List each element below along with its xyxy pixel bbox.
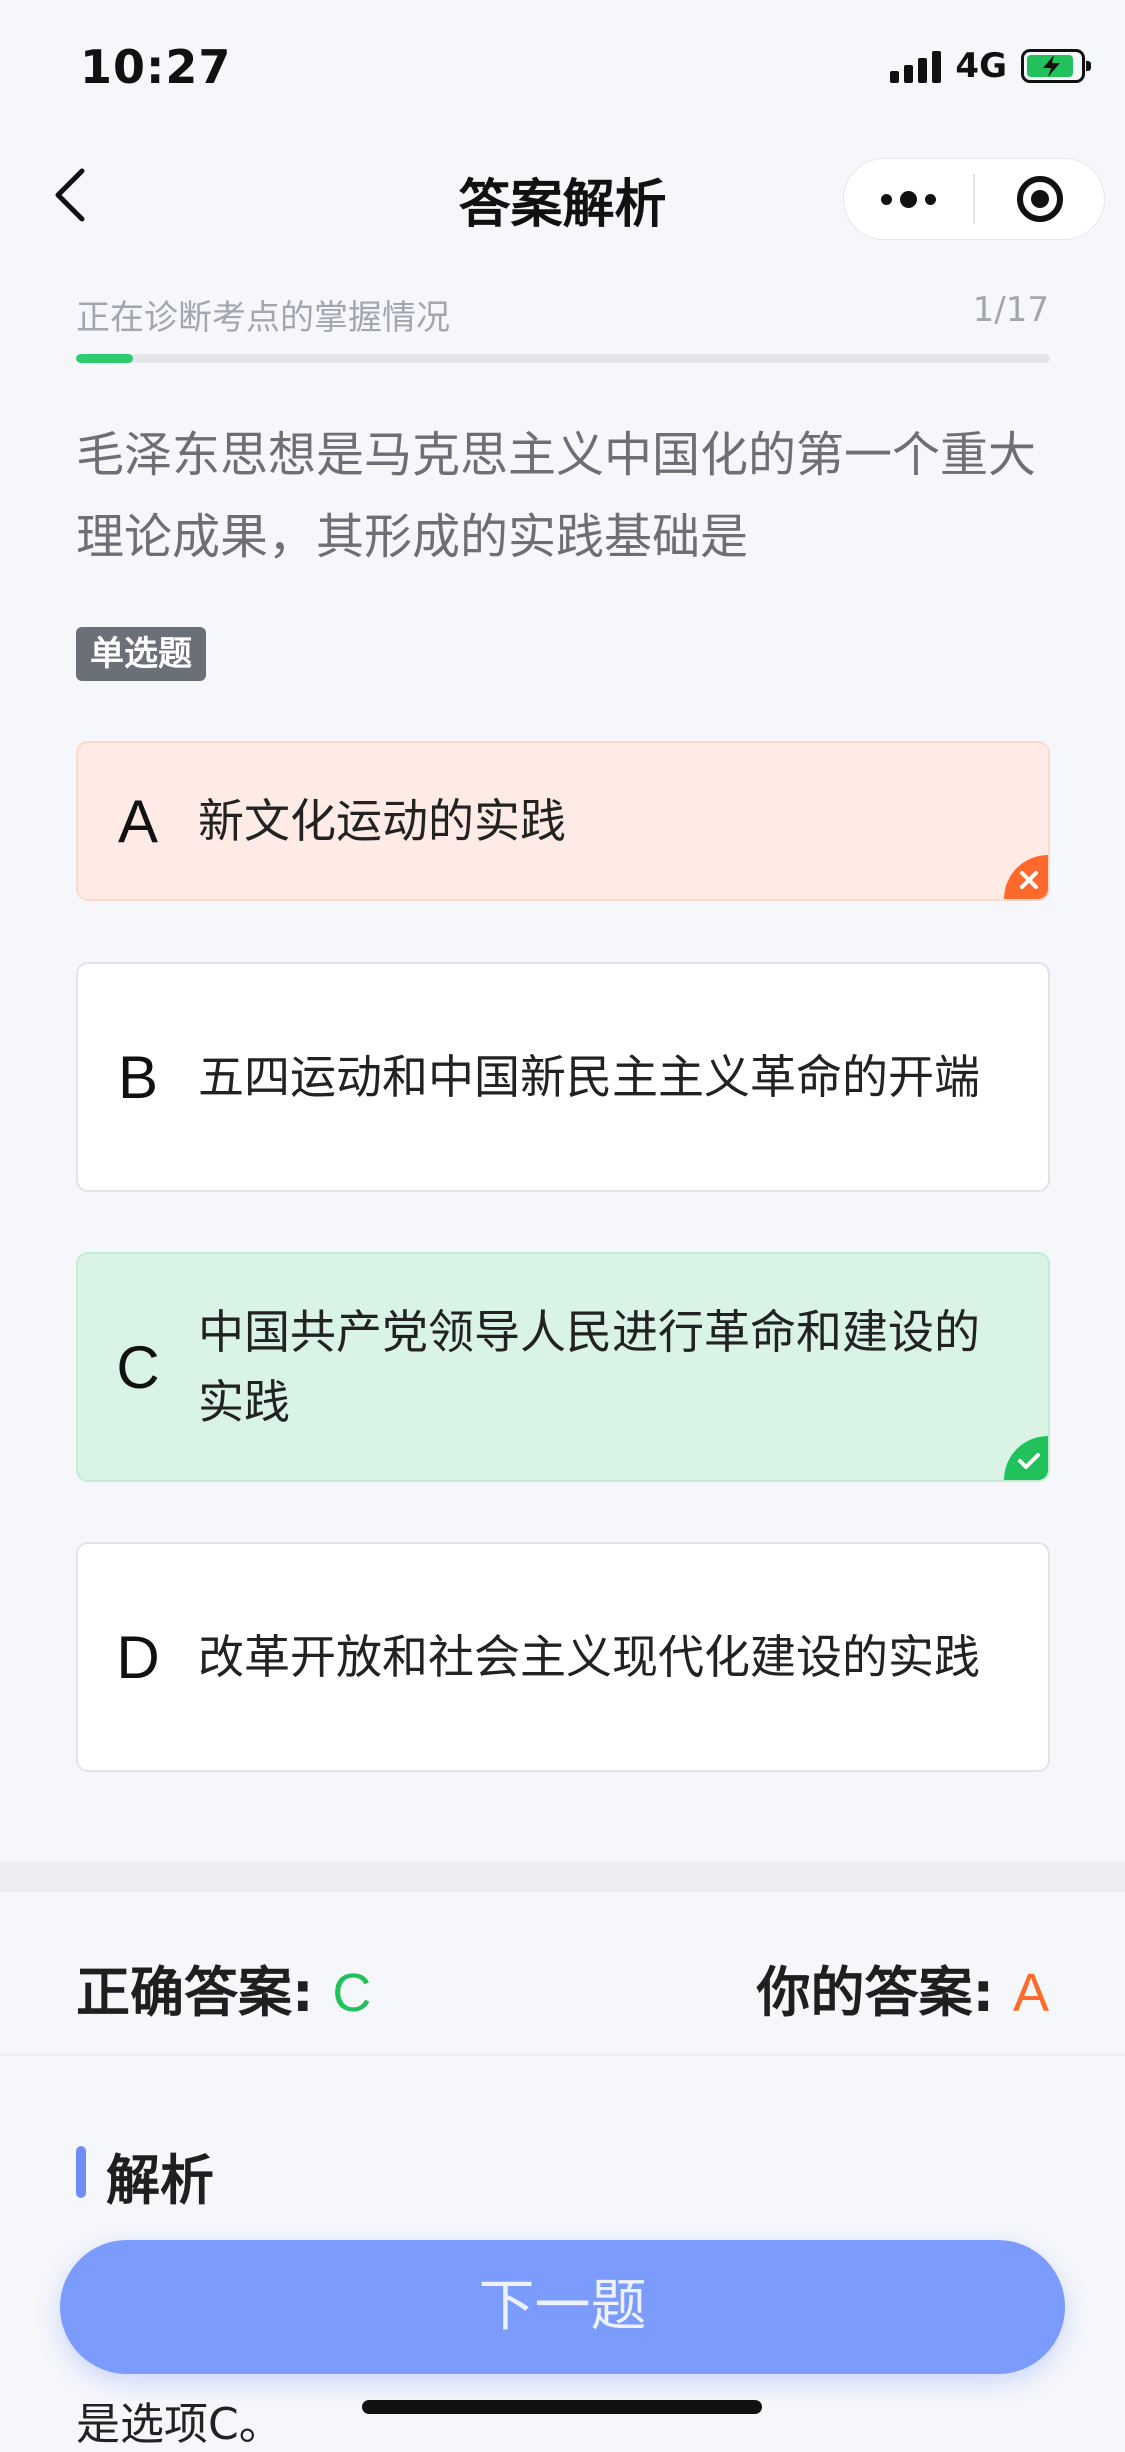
- option-letter: A: [117, 787, 159, 855]
- signal-icon: [890, 49, 942, 83]
- analysis-title: 解析: [106, 2149, 214, 2212]
- battery-icon: [1021, 49, 1091, 83]
- next-question-button[interactable]: 下一题: [60, 2240, 1065, 2374]
- option-letter: D: [116, 1623, 160, 1691]
- analysis-accent-bar: [76, 2146, 86, 2198]
- your-answer: 你的答案: A: [757, 1948, 1049, 2027]
- miniprogram-capsule: [843, 158, 1105, 240]
- option-d[interactable]: D 改革开放和社会主义现代化建设的实践: [76, 1542, 1050, 1772]
- status-indicators: 4G: [890, 46, 1091, 86]
- status-time: 10:27: [80, 40, 232, 94]
- progress-fill: [76, 354, 134, 363]
- your-answer-label: 你的答案:: [756, 1961, 995, 2024]
- option-a[interactable]: A 新文化运动的实践: [76, 741, 1050, 901]
- wrong-mark-icon: [1004, 855, 1048, 899]
- section-divider: [0, 1862, 1125, 1892]
- option-c[interactable]: C 中国共产党领导人民进行革命和建设的实践: [76, 1252, 1050, 1482]
- progress-count: 1/17: [972, 290, 1049, 330]
- target-icon: [1016, 176, 1063, 222]
- correct-answer: 正确答案: C: [76, 1948, 371, 2027]
- correct-answer-value: C: [332, 1963, 372, 2023]
- more-dots-icon: [881, 190, 936, 208]
- question-text: 毛泽东思想是马克思主义中国化的第一个重大理论成果，其形成的实践基础是: [76, 427, 1037, 565]
- option-text: 五四运动和中国新民主主义革命的开端: [198, 1050, 980, 1104]
- option-b[interactable]: B 五四运动和中国新民主主义革命的开端: [76, 962, 1050, 1192]
- option-text: 新文化运动的实践: [198, 794, 566, 848]
- analysis-text: 是选项C。: [76, 2399, 283, 2450]
- network-type: 4G: [955, 46, 1007, 86]
- close-miniprogram-button[interactable]: [975, 159, 1104, 239]
- progress-bar: [76, 354, 1050, 363]
- option-letter: C: [116, 1333, 160, 1401]
- more-button[interactable]: [844, 159, 973, 239]
- check-mark-icon: [1004, 1436, 1048, 1480]
- option-letter: B: [117, 1043, 159, 1111]
- correct-answer-label: 正确答案:: [76, 1961, 314, 2024]
- home-indicator: [362, 2400, 762, 2414]
- progress-label: 正在诊断考点的掌握情况: [76, 298, 450, 338]
- option-text: 改革开放和社会主义现代化建设的实践: [198, 1630, 980, 1684]
- your-answer-value: A: [1012, 1963, 1049, 2023]
- option-text: 中国共产党领导人民进行革命和建设的实践: [198, 1305, 980, 1429]
- question-type-badge: 单选题: [76, 627, 206, 681]
